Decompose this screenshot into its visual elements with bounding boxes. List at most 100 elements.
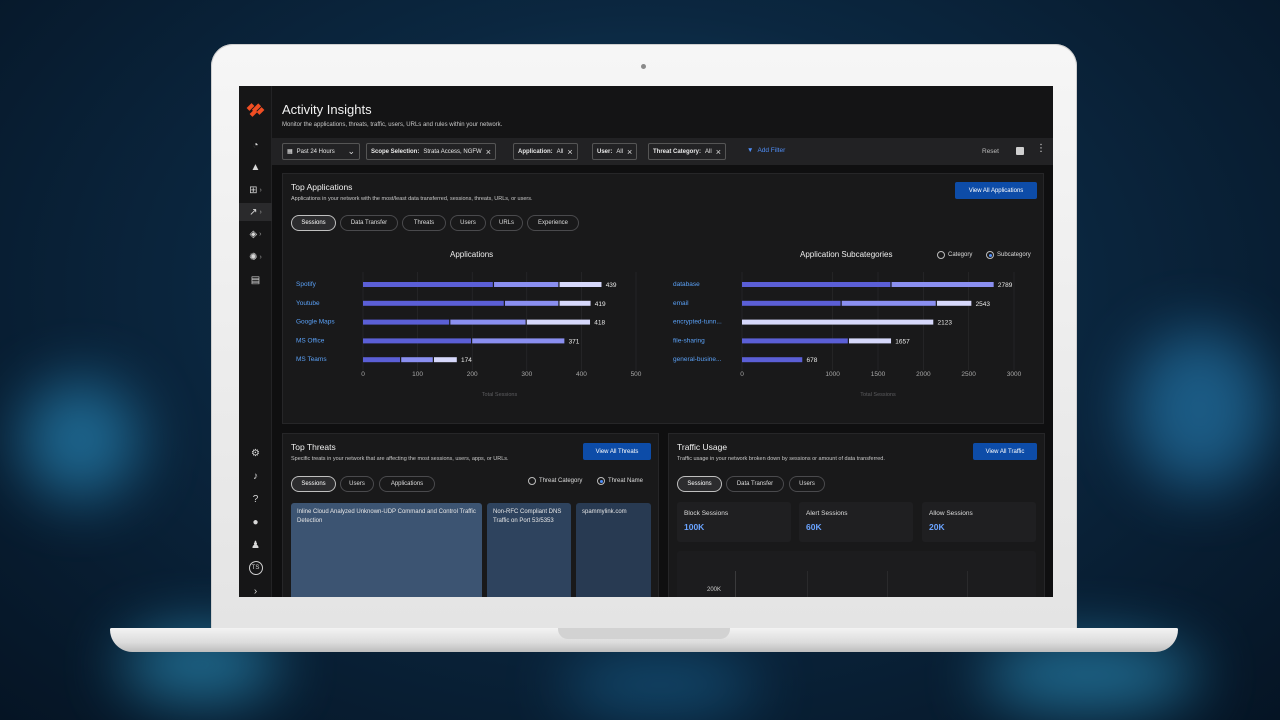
shield-icon[interactable]: ◈ › <box>239 225 272 243</box>
close-icon[interactable]: × <box>627 147 632 157</box>
threat-card[interactable]: spammylink.com <box>576 503 651 597</box>
data-label: 439 <box>606 282 617 289</box>
radio-unchecked-icon <box>937 251 945 259</box>
settings-icon[interactable]: ⚙ <box>239 444 272 462</box>
filter-icon: ▼ <box>747 147 754 154</box>
alert-icon[interactable]: ▲ <box>239 158 272 176</box>
report-icon[interactable]: ▤ <box>239 271 272 289</box>
stat-value: 100K <box>684 522 705 532</box>
close-icon[interactable]: × <box>716 147 721 157</box>
x-tick-label: 500 <box>631 371 642 378</box>
activity-icon[interactable]: ↗ › <box>239 203 272 221</box>
radio-threat-name-label: Threat Name <box>608 478 644 484</box>
background-glow <box>1130 330 1270 490</box>
data-label: 418 <box>594 320 605 327</box>
traffic-usage-chart: 200K <box>677 551 1036 597</box>
tab-data-transfer[interactable]: Data Transfer <box>340 215 398 231</box>
bar-segment <box>526 319 591 325</box>
help-icon[interactable]: ? <box>239 490 272 508</box>
category-label: Spotify <box>296 281 317 288</box>
x-tick-label: 200 <box>467 371 478 378</box>
tab-data-transfer[interactable]: Data Transfer <box>726 476 784 492</box>
radio-subcategory[interactable]: Subcategory <box>986 251 1031 259</box>
panel-title: Top Threats <box>291 442 336 452</box>
user-filter-chip[interactable]: User: All × <box>592 143 638 160</box>
scope-filter-chip[interactable]: Scope Selection: Strata Access, NGFW × <box>366 143 496 160</box>
expand-icon[interactable]: › <box>239 582 272 597</box>
scope-filter-label: Scope Selection: <box>371 148 420 155</box>
applications-chart-title: Applications <box>450 250 494 259</box>
allow-sessions-card[interactable]: Allow Sessions 20K <box>922 502 1036 542</box>
subcategories-bar-chart: 0 1000 1500 2000 2500 3000 Total Sessions datab… <box>673 272 1022 398</box>
x-tick-label: 2000 <box>916 371 931 378</box>
category-label: Youtube <box>296 300 320 307</box>
avatar[interactable]: TS <box>239 559 272 577</box>
threat-filter-value: All <box>705 148 712 155</box>
time-range-select[interactable]: ▦ Past 24 Hours ⌄ <box>282 143 360 160</box>
tab-sessions[interactable]: Sessions <box>291 215 336 231</box>
time-range-value: Past 24 Hours <box>296 148 335 155</box>
x-tick-label: 0 <box>361 371 365 378</box>
stat-label: Alert Sessions <box>806 510 848 517</box>
x-axis-label: Total Sessions <box>860 392 896 398</box>
tab-users[interactable]: Users <box>450 215 486 231</box>
view-all-threats-button[interactable]: View All Threats <box>583 443 651 460</box>
tab-users[interactable]: Users <box>789 476 825 492</box>
network-icon[interactable]: ⊞ › <box>239 181 272 199</box>
add-filter-button[interactable]: ▼ Add Filter <box>747 147 785 154</box>
view-all-applications-button[interactable]: View All Applications <box>955 182 1037 199</box>
threat-card[interactable]: Non-RFC Compliant DNS Traffic on Port 53… <box>487 503 571 597</box>
threat-category-filter-chip[interactable]: Threat Category: All × <box>648 143 726 160</box>
bar-segment <box>504 300 559 306</box>
x-axis-label: Total Sessions <box>482 392 518 398</box>
tab-sessions[interactable]: Sessions <box>677 476 722 492</box>
application-filter-label: Application: <box>518 148 553 155</box>
alert-sessions-card[interactable]: Alert Sessions 60K <box>799 502 913 542</box>
category-label: email <box>673 300 689 307</box>
user-filter-label: User: <box>597 148 613 155</box>
tab-users[interactable]: Users <box>340 476 374 492</box>
bell-icon[interactable]: ♪ <box>239 467 272 485</box>
filter-bar: ▦ Past 24 Hours ⌄ Scope Selection: Strat… <box>272 138 1053 165</box>
save-icon[interactable] <box>1016 147 1024 155</box>
block-sessions-card[interactable]: Block Sessions 100K <box>677 502 791 542</box>
panel-title: Top Applications <box>291 182 353 192</box>
threat-filter-label: Threat Category: <box>653 148 702 155</box>
background-glow <box>20 380 140 500</box>
threat-card[interactable]: Inline Cloud Analyzed Unknown-UDP Comman… <box>291 503 482 597</box>
application-filter-chip[interactable]: Application: All × <box>513 143 578 160</box>
view-all-traffic-button[interactable]: View All Traffic <box>973 443 1037 460</box>
top-threats-panel: Top Threats Specific treats in your netw… <box>282 433 659 597</box>
bar-segment <box>401 357 433 363</box>
tab-experience[interactable]: Experience <box>527 215 579 231</box>
gear-cycle-icon[interactable]: ✺ › <box>239 248 272 266</box>
reset-button[interactable]: Reset <box>982 148 999 155</box>
dashboard-icon[interactable]: ◔ <box>239 136 272 154</box>
chat-icon[interactable]: ● <box>239 513 272 531</box>
page-subtitle: Monitor the applications, threats, traff… <box>282 122 503 128</box>
radio-threat-category[interactable]: Threat Category <box>528 477 582 485</box>
tab-sessions[interactable]: Sessions <box>291 476 336 492</box>
bar-segment <box>936 300 972 306</box>
tab-applications[interactable]: Applications <box>379 476 435 492</box>
more-vertical-icon[interactable]: ⋮ <box>1036 144 1046 154</box>
radio-category[interactable]: Category <box>937 251 972 259</box>
radio-unchecked-icon <box>528 477 536 485</box>
bar-segment <box>363 338 471 344</box>
radio-threat-name[interactable]: Threat Name <box>597 477 643 485</box>
panel-subtitle: Applications in your network with the mo… <box>291 196 533 202</box>
tab-urls[interactable]: URLs <box>490 215 523 231</box>
bar-segment <box>472 338 565 344</box>
background-glow <box>560 660 760 710</box>
category-label: database <box>673 281 700 288</box>
camera-icon <box>641 64 646 69</box>
close-icon[interactable]: × <box>567 147 572 157</box>
close-icon[interactable]: × <box>486 147 491 157</box>
page-header: Activity Insights Monitor the applicatio… <box>272 86 1053 138</box>
applications-bar-chart: 0 100 200 300 400 500 Total Sessions Spotify 439… <box>296 272 642 398</box>
bar-segment <box>433 357 457 363</box>
x-tick-label: 100 <box>412 371 423 378</box>
tab-threats[interactable]: Threats <box>402 215 446 231</box>
bar-segment <box>742 357 803 363</box>
user-icon[interactable]: ♟ <box>239 536 272 554</box>
